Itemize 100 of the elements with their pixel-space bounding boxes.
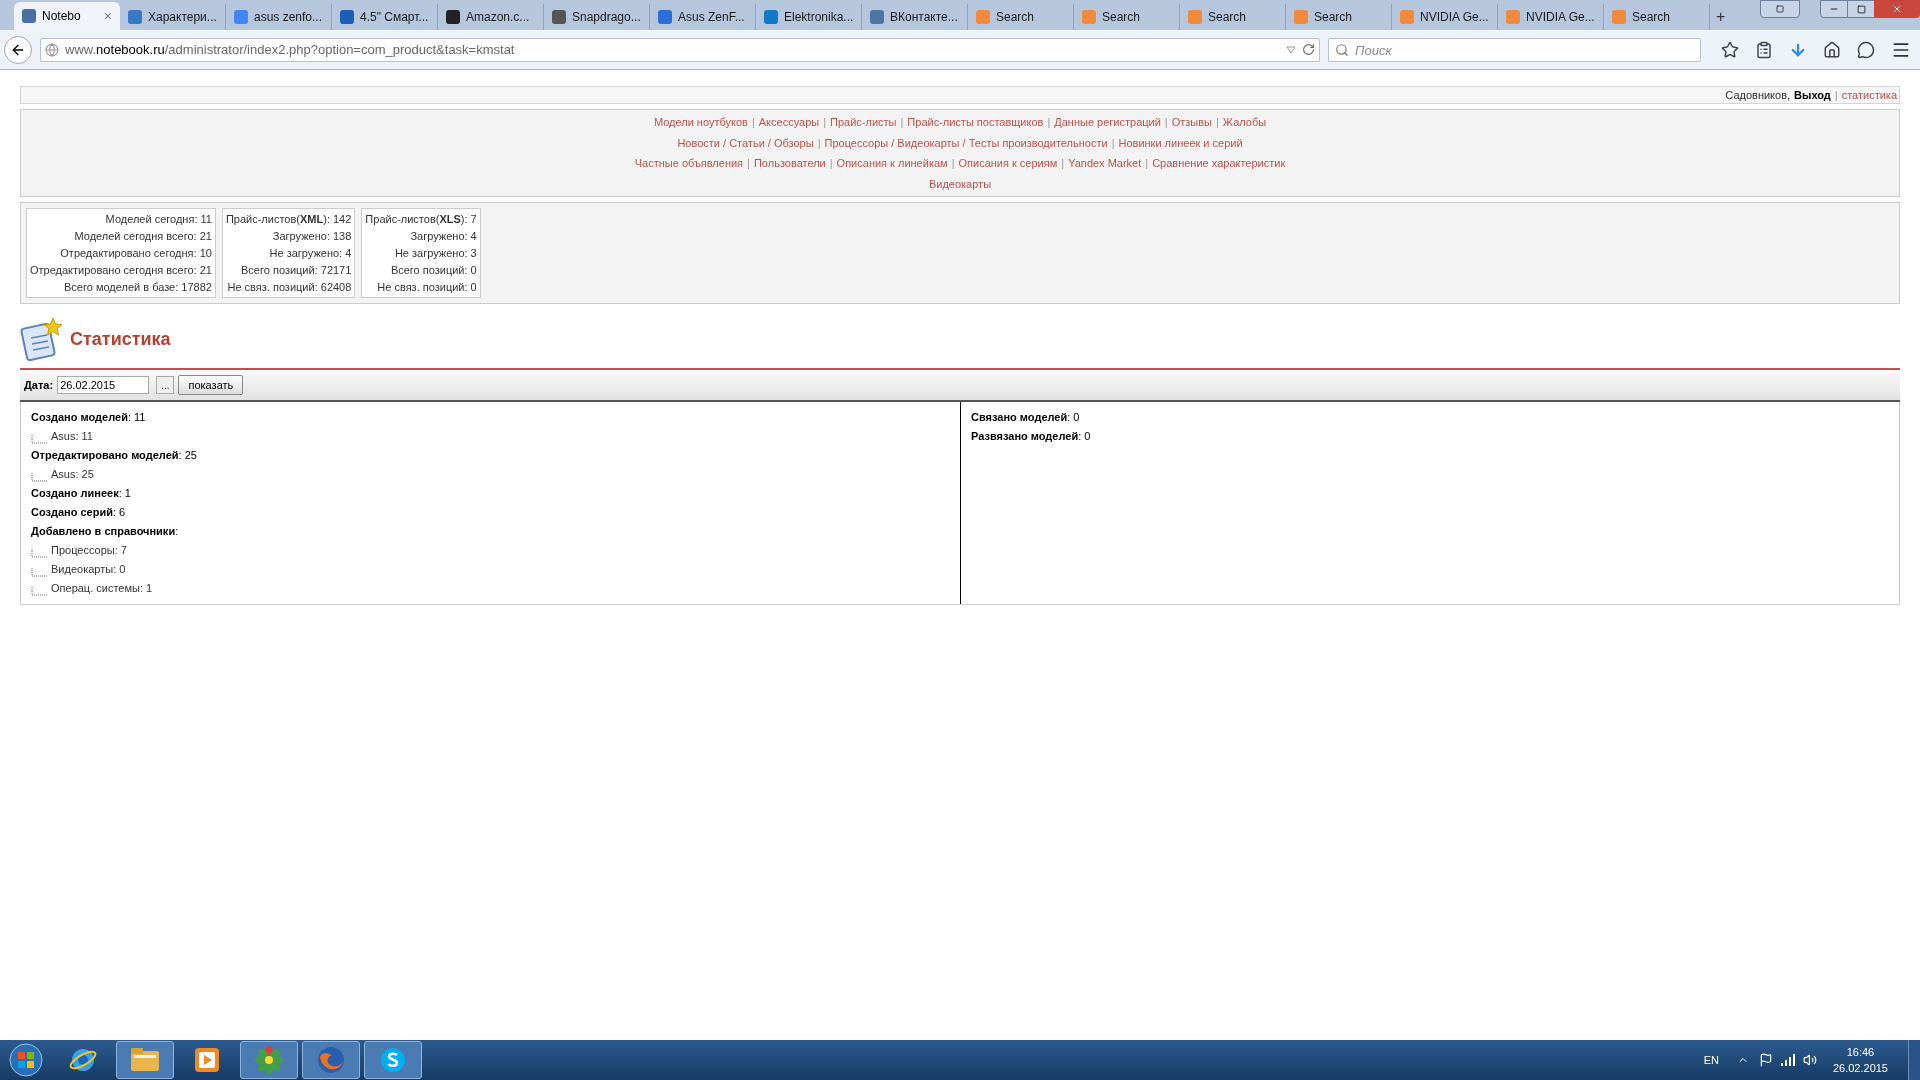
new-tab-button[interactable]: + — [1710, 4, 1732, 30]
search-field[interactable]: Поиск — [1328, 38, 1701, 62]
tab-title: asus zenfo... — [254, 9, 323, 26]
stat-line: Всего моделей в базе: 17882 — [64, 280, 212, 295]
maximize-button[interactable] — [1848, 0, 1874, 18]
flower-icon — [254, 1045, 284, 1075]
separator: | — [829, 156, 833, 171]
date-picker-button[interactable]: ... — [156, 376, 175, 394]
tab-title: Elektronika... — [784, 9, 854, 26]
tree-item: Операц. системы: 1 — [51, 581, 153, 596]
volume-icon[interactable] — [1802, 1053, 1817, 1067]
nav-link[interactable]: Прайс-листы поставщиков — [907, 114, 1044, 131]
nav-link[interactable]: Yandex Market — [1068, 155, 1142, 172]
nav-link[interactable]: Описания к сериям — [958, 155, 1058, 172]
stat-line: Не загружено: 3 — [394, 246, 477, 261]
stat-line: Добавлено в справочники: — [31, 524, 180, 539]
nav-link[interactable]: Данные регистраций — [1054, 114, 1161, 131]
restore-button[interactable] — [1760, 0, 1800, 18]
separator: | — [951, 156, 955, 171]
nav-link[interactable]: Прайс-листы — [830, 114, 897, 131]
browser-tab[interactable]: Notebo × — [14, 2, 120, 30]
close-tab-button[interactable]: × — [103, 5, 112, 27]
separator: | — [747, 156, 750, 171]
restore-icon — [1776, 5, 1784, 13]
tree-connector — [31, 435, 47, 444]
dropdown-icon — [1286, 45, 1296, 54]
stat-line: Всего позиций: 0 — [390, 263, 477, 278]
logout-link[interactable]: Выход — [1794, 86, 1831, 104]
tab-title: Search — [1208, 9, 1248, 26]
tab-title: ВКонтакте... — [890, 9, 959, 26]
separator: | — [900, 115, 904, 130]
star-icon[interactable] — [1721, 40, 1739, 59]
stat-line: Прайс-листов(XML): 142 — [225, 212, 352, 227]
separator: | — [1164, 115, 1168, 130]
minimize-button[interactable] — [1820, 0, 1848, 18]
nav-link[interactable]: Видеокарты — [928, 175, 992, 192]
windows-logo-icon — [9, 1043, 43, 1077]
nav-link[interactable]: Процессоры / Видеокарты / Тесты производительности — [824, 134, 1108, 151]
nav-link[interactable]: Частные объявления — [634, 155, 744, 172]
nav-link[interactable]: Пользователи — [753, 155, 826, 172]
stat-line: Создано серий: 6 — [31, 505, 127, 520]
language-indicator[interactable]: EN — [1703, 1051, 1719, 1069]
tab-title: NVIDIA Ge... — [1526, 9, 1595, 26]
separator: | — [823, 115, 827, 130]
home-icon[interactable] — [1823, 40, 1841, 59]
reload-icon — [1302, 43, 1315, 56]
signal-icon[interactable] — [1780, 1054, 1795, 1066]
nav-link[interactable]: Отзывы — [1171, 114, 1212, 131]
stat-line: Создано моделей: 11 — [31, 410, 147, 425]
nav-link[interactable]: Описания к линейкам — [836, 155, 948, 172]
stat-line: Моделей сегодня: 11 — [105, 212, 212, 227]
date-label: Дата: — [24, 377, 54, 393]
url-text: www.notebook.ru/administrator/index2.php?option=com_product&task=kmstat — [65, 40, 516, 59]
nav-link[interactable]: Новости / Статьи / Обзоры — [677, 134, 814, 151]
notepad-star-icon — [20, 316, 64, 362]
tab-title: 4.5" Смарт... — [360, 9, 429, 26]
chat-icon[interactable] — [1857, 40, 1875, 59]
nav-link[interactable]: Жалобы — [1222, 114, 1267, 131]
list-icon[interactable] — [1755, 40, 1773, 59]
nav-link[interactable]: Новинки линеек и серий — [1118, 134, 1243, 151]
flag-icon[interactable] — [1758, 1053, 1773, 1067]
stat-line: Загружено: 138 — [272, 229, 352, 244]
separator: | — [751, 115, 755, 130]
close-icon — [1891, 3, 1903, 15]
stat-line: Создано линеек: 1 — [31, 486, 132, 501]
show-button[interactable]: показать — [178, 375, 244, 395]
back-button[interactable] — [4, 35, 32, 64]
stat-line: Связано моделей: 0 — [971, 410, 1081, 425]
separator: | — [1216, 115, 1219, 130]
play-icon — [194, 1047, 220, 1073]
separator: | — [817, 135, 821, 151]
nav-link[interactable]: Аксессуары — [758, 114, 820, 131]
tree-connector — [31, 549, 47, 558]
stat-line: Отредактировано сегодня всего: 21 — [30, 263, 212, 278]
tab-title: Search — [1314, 9, 1354, 26]
separator: | — [1111, 135, 1115, 151]
maximize-icon — [1856, 4, 1866, 14]
stat-line: Загружено: 4 — [410, 229, 477, 244]
stat-line: Не загружено: 4 — [269, 246, 352, 261]
address-field[interactable]: www.notebook.ru/administrator/index2.php?option=com_product&task=kmstat — [40, 37, 1320, 62]
tab-title: Search — [1632, 9, 1672, 26]
stat-line: Не связ. позиций: 62408 — [227, 280, 352, 295]
skype-icon — [379, 1046, 407, 1074]
stat-line: Отредактировано сегодня: 10 — [60, 246, 212, 261]
stat-line: Не связ. позиций: 0 — [377, 280, 477, 295]
tab-title: Snapdrago... — [572, 9, 641, 26]
page-title: Статистика — [70, 327, 171, 351]
nav-link[interactable]: Модели ноутбуков — [653, 114, 748, 131]
stat-line: Отредактировано моделей: 25 — [31, 448, 198, 463]
tab-title: Характери... — [148, 9, 217, 26]
clock-time[interactable]: 16:46 — [1846, 1044, 1875, 1060]
tab-title: NVIDIA Ge... — [1420, 9, 1489, 26]
date-field[interactable]: 26.02.2015 — [57, 376, 150, 394]
tree-item: Процессоры: 7 — [51, 543, 127, 558]
nav-link[interactable]: Сравнение характеристик — [1152, 155, 1286, 172]
separator: | — [1047, 115, 1051, 130]
tree-connector — [31, 568, 47, 577]
firefox-icon — [316, 1045, 346, 1075]
clock-date[interactable]: 26.02.2015 — [1832, 1060, 1888, 1076]
statistics-link[interactable]: статистика — [1841, 86, 1897, 104]
